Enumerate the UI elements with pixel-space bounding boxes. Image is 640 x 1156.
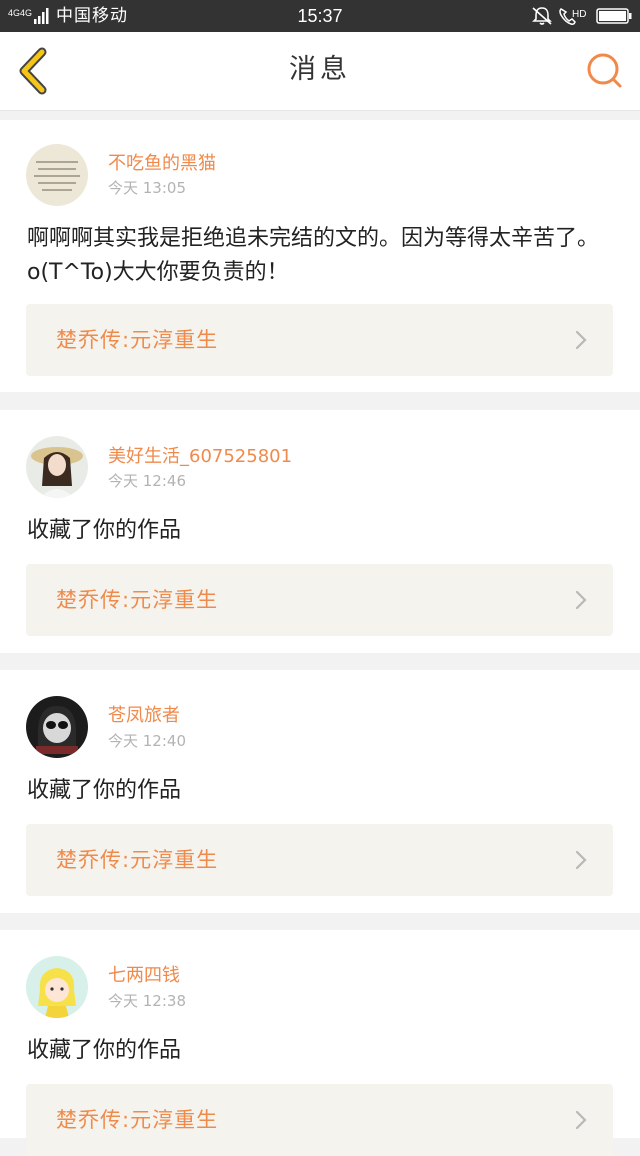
work-title: 楚乔传:元淳重生 <box>56 848 219 872</box>
app-header: 消息 <box>0 32 640 111</box>
work-link[interactable]: 楚乔传:元淳重生 <box>26 1084 613 1156</box>
message-card: 美好生活_607525801 今天 12:46 收藏了你的作品 楚乔传:元淳重生 <box>0 410 640 653</box>
search-icon <box>587 53 622 88</box>
timestamp: 今天 12:40 <box>108 732 186 750</box>
work-link[interactable]: 楚乔传:元淳重生 <box>26 304 613 376</box>
page-title: 消息 <box>289 54 351 85</box>
chevron-right-icon <box>575 850 587 870</box>
chevron-right-icon <box>575 590 587 610</box>
username[interactable]: 七两四钱 <box>108 964 180 988</box>
comment-text: 收藏了你的作品 <box>27 778 182 803</box>
comment-text: 收藏了你的作品 <box>27 518 182 543</box>
username[interactable]: 美好生活_607525801 <box>108 445 292 469</box>
message-card: 不吃鱼的黑猫 今天 13:05 啊啊啊其实我是拒绝追未完结的文的。因为等得太辛苦… <box>0 120 640 392</box>
avatar[interactable] <box>26 696 88 758</box>
status-bar: 4G 4G 中国移动 15:37 HD <box>0 0 640 32</box>
avatar[interactable] <box>26 144 88 206</box>
avatar[interactable] <box>26 436 88 498</box>
battery-icon <box>596 8 632 24</box>
timestamp: 今天 13:05 <box>108 179 186 197</box>
timestamp: 今天 12:46 <box>108 472 186 490</box>
username[interactable]: 苍凤旅者 <box>108 704 180 728</box>
work-link[interactable]: 楚乔传:元淳重生 <box>26 824 613 896</box>
hd-call-icon: HD <box>559 8 586 25</box>
work-title: 楚乔传:元淳重生 <box>56 1108 219 1132</box>
comment-text: 啊啊啊其实我是拒绝追未完结的文的。因为等得太辛苦了。o(T^To)大大你要负责的… <box>27 226 600 285</box>
hd-label: HD <box>572 9 586 20</box>
username[interactable]: 不吃鱼的黑猫 <box>108 152 216 176</box>
timestamp: 今天 12:38 <box>108 992 186 1010</box>
work-link[interactable]: 楚乔传:元淳重生 <box>26 564 613 636</box>
bell-muted-icon <box>532 7 552 25</box>
message-card: 苍凤旅者 今天 12:40 收藏了你的作品 楚乔传:元淳重生 <box>0 670 640 913</box>
message-card: 七两四钱 今天 12:38 收藏了你的作品 楚乔传:元淳重生 <box>0 930 640 1156</box>
work-title: 楚乔传:元淳重生 <box>56 588 219 612</box>
chevron-right-icon <box>575 1110 587 1130</box>
work-title: 楚乔传:元淳重生 <box>56 328 219 352</box>
search-button[interactable] <box>584 50 626 92</box>
chevron-right-icon <box>575 330 587 350</box>
comment-text: 收藏了你的作品 <box>27 1038 182 1063</box>
avatar[interactable] <box>26 956 88 1018</box>
